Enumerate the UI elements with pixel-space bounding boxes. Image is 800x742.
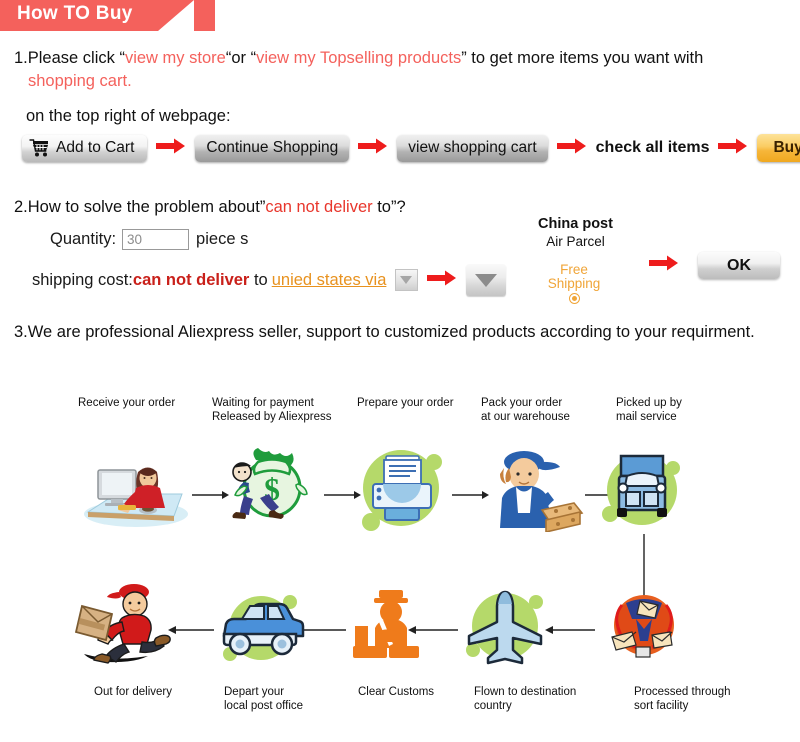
section-2-number: 2.	[14, 198, 28, 216]
quantity-unit-label: piece s	[196, 230, 249, 248]
flow-label-line: Depart your	[224, 686, 285, 698]
arrow-right-icon-5	[427, 270, 457, 291]
flow-label-line: sort facility	[634, 700, 689, 712]
flow-label-waiting-for-payment: Waiting for payment Released by Aliexpre…	[212, 396, 332, 424]
shipping-destination-link[interactable]: unied states via	[272, 271, 387, 290]
section-3-number: 3.	[14, 323, 28, 341]
quantity-label: Quantity:	[50, 230, 117, 248]
flow-label-processed-through-sort-facility: Processed through sort facility	[634, 685, 731, 713]
section-1-line-1: 1.Please click “view my store“or “view m…	[14, 47, 786, 70]
shopping-cart-icon	[29, 139, 51, 157]
flow-label-picked-up-by-mail-service: Picked up by mail service	[616, 396, 682, 424]
flow-label-depart-your-local-post-office: Depart your local post office	[224, 685, 303, 713]
destination-dropdown-small[interactable]	[395, 269, 419, 291]
arrow-right-icon-6	[649, 255, 679, 276]
add-to-cart-label: Add to Cart	[56, 139, 135, 156]
section-1-text-b: “or “	[225, 49, 257, 67]
section-3-text: We are professional Aliexpress seller, s…	[27, 323, 755, 341]
section-2: 2.How to solve the problem about”can not…	[14, 198, 786, 296]
arrow-right-icon-4	[718, 138, 748, 159]
section-2-question: 2.How to solve the problem about”can not…	[14, 198, 786, 217]
flow-label-line: Released by Aliexpress	[212, 411, 332, 423]
link-view-my-store[interactable]: view my store	[125, 49, 226, 67]
section-1-text-a: Please click “	[27, 49, 125, 67]
flow-label-line: Out for delivery	[94, 686, 172, 698]
flow-arrow-left-1	[545, 622, 595, 640]
money-bag-icon: $	[220, 444, 320, 539]
section-1-text-c: ” to get more items you want with	[461, 49, 704, 67]
flow-label-line: country	[474, 700, 512, 712]
section-1-number: 1.	[14, 49, 28, 67]
view-shopping-cart-label: view shopping cart	[408, 139, 537, 156]
arrow-right-icon-1	[156, 138, 186, 159]
flow-label-receive-your-order: Receive your order	[78, 396, 175, 410]
section-1: 1.Please click “view my store“or “view m…	[14, 47, 786, 128]
flow-label-pack-your-order: Pack your order at our warehouse	[481, 396, 570, 424]
flow-label-line: Prepare your order	[357, 397, 454, 409]
carrier-info: China post Air Parcel	[528, 216, 623, 250]
page-title: How TO Buy	[17, 3, 133, 24]
add-to-cart-button[interactable]: Add to Cart	[22, 134, 148, 162]
checkout-steps-button-row: Add to Cart Continue Shopping view shopp…	[22, 133, 800, 163]
flow-label-line: Flown to destination	[474, 686, 577, 698]
flow-label-clear-customs: Clear Customs	[358, 685, 434, 699]
buy-now-button[interactable]: Buy now	[757, 134, 800, 162]
shipping-to-word: to	[253, 270, 268, 289]
carrier-service: Air Parcel	[546, 234, 605, 249]
flow-label-line: Waiting for payment	[212, 397, 314, 409]
printer-icon	[355, 442, 451, 539]
flow-label-line: at our warehouse	[481, 411, 570, 423]
check-all-items-label[interactable]: check all items	[596, 139, 710, 157]
flow-label-prepare-your-order: Prepare your order	[357, 396, 454, 410]
arrow-right-icon-3	[556, 138, 587, 159]
flow-label-line: local post office	[224, 700, 304, 712]
buy-now-label: Buy now	[773, 139, 800, 156]
section-1-line-3: on the top right of webpage:	[26, 107, 231, 125]
ok-button[interactable]: OK	[698, 252, 780, 279]
link-view-my-topselling-products[interactable]: view my Topselling products	[256, 49, 461, 67]
page-header-banner: How TO Buy	[0, 0, 800, 31]
delivery-truck-icon	[595, 442, 691, 539]
free-shipping-line-2: Shipping	[547, 276, 601, 291]
quantity-input[interactable]	[122, 229, 190, 250]
airplane-icon	[460, 580, 552, 673]
customs-officer-icon	[347, 584, 427, 671]
delivery-van-icon	[214, 584, 308, 673]
flow-label-out-for-delivery: Out for delivery	[94, 685, 172, 699]
view-shopping-cart-button[interactable]: view shopping cart	[397, 134, 548, 162]
flow-label-line: mail service	[616, 411, 677, 423]
person-at-computer-icon	[78, 450, 198, 535]
flow-label-line: Pack your order	[481, 397, 563, 409]
free-shipping-line-1: Free	[560, 262, 588, 277]
shipping-status-text: can not deliver	[132, 270, 250, 289]
order-process-flowchart: Receive your order Waiting for payment R…	[0, 372, 800, 742]
section-2-question-a: How to solve the problem about”	[27, 198, 266, 216]
flow-label-flown-to-destination-country: Flown to destination country	[474, 685, 576, 713]
carrier-name: China post	[538, 216, 613, 232]
arrow-right-icon-2	[358, 138, 388, 159]
free-shipping-option[interactable]: Free Shipping	[534, 263, 614, 304]
continue-shopping-button[interactable]: Continue Shopping	[195, 134, 350, 162]
destination-dropdown-large[interactable]	[466, 264, 507, 296]
section-2-question-b: to”?	[372, 198, 406, 216]
mail-sorting-icon	[600, 585, 688, 670]
confirm-row: OK	[640, 252, 780, 279]
section-2-question-highlight: can not deliver	[265, 198, 373, 216]
section-1-line-2: shopping cart.	[28, 72, 132, 90]
shipping-cost-label: shipping cost:	[32, 270, 133, 289]
quantity-row: Quantity: piece s	[14, 229, 786, 250]
running-courier-icon	[72, 578, 182, 673]
flow-label-line: Picked up by	[616, 397, 682, 409]
flow-label-line: Processed through	[634, 686, 731, 698]
banner-diagonal-cut	[158, 0, 194, 31]
worker-packing-icon	[478, 448, 584, 537]
continue-shopping-label: Continue Shopping	[206, 139, 339, 156]
free-shipping-radio-icon[interactable]	[568, 293, 580, 304]
section-3: 3.We are professional Aliexpress seller,…	[14, 323, 755, 342]
flow-label-line: Receive your order	[78, 397, 176, 409]
flow-label-line: Clear Customs	[358, 686, 435, 698]
